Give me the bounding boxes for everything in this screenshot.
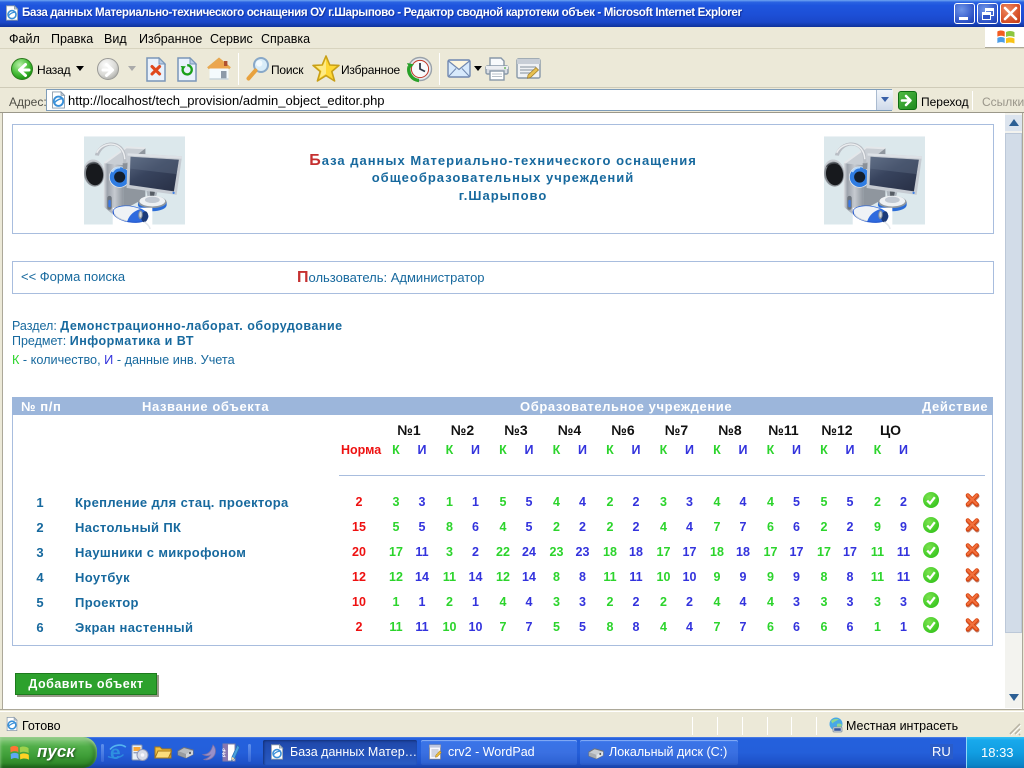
svg-text:PhP: PhP <box>222 748 227 757</box>
